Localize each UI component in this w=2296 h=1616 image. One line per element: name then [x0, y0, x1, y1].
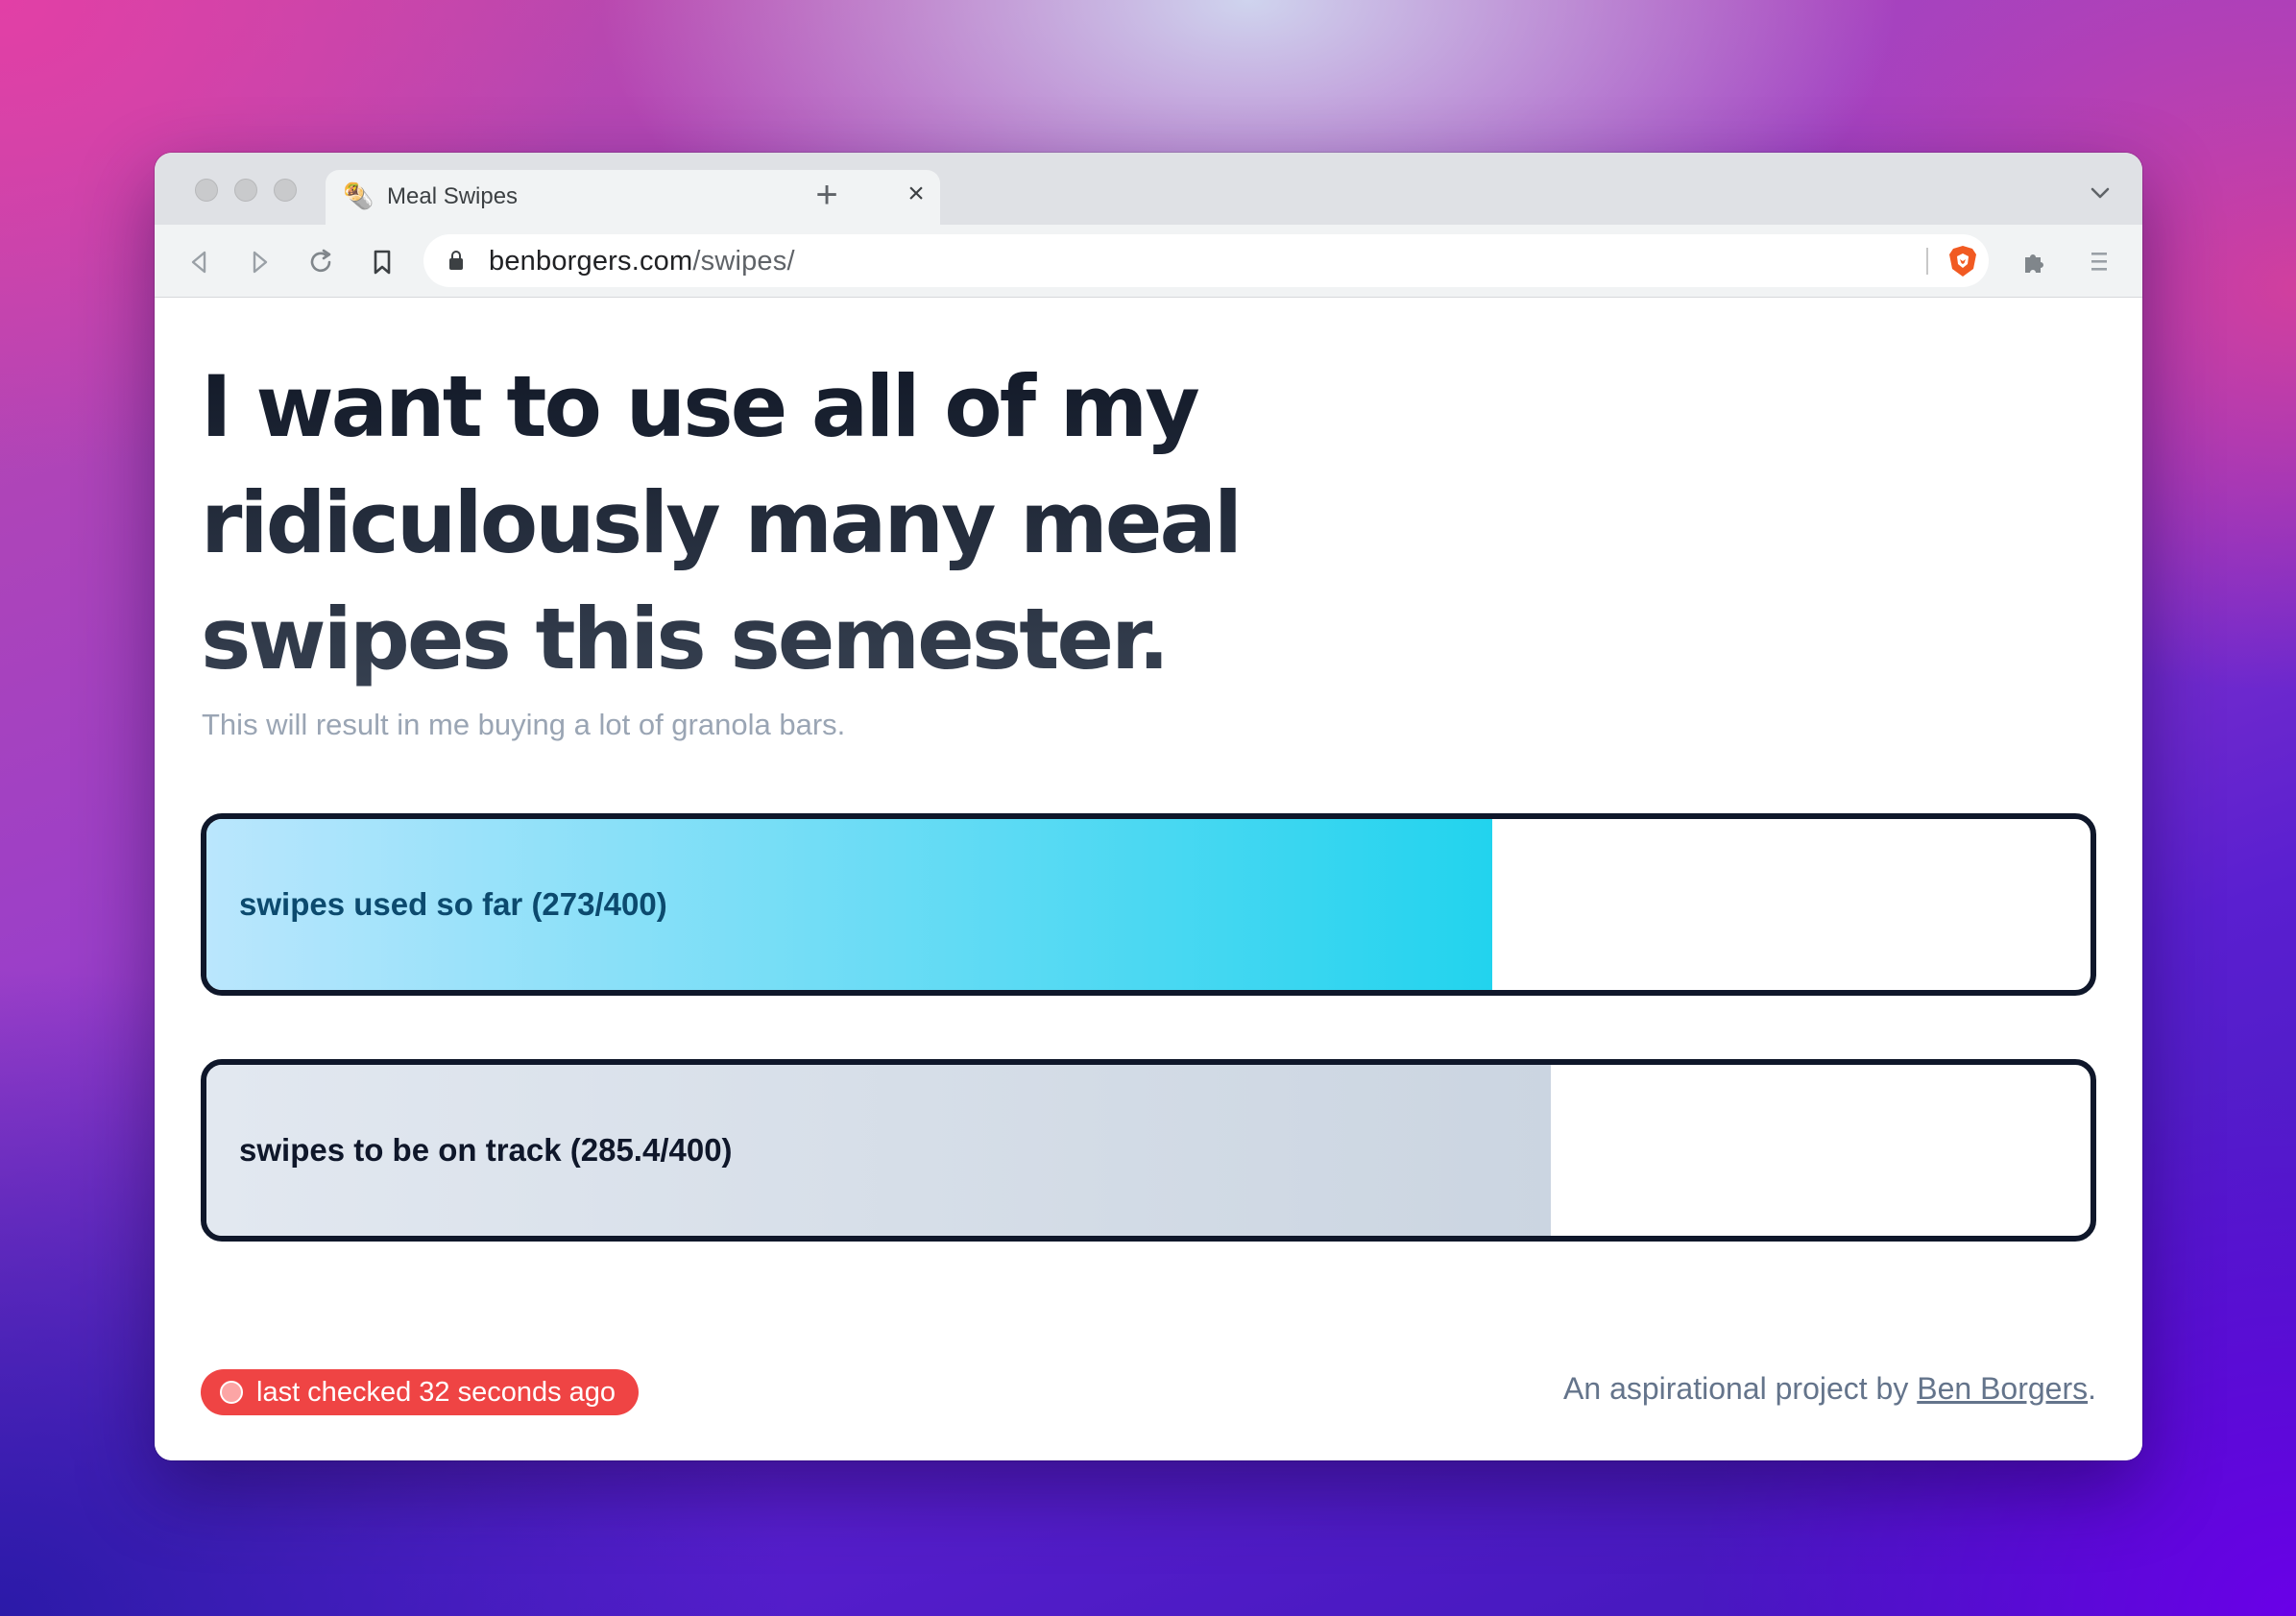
tab-bar: 🌯 Meal Swipes × +: [155, 153, 2142, 225]
new-tab-icon[interactable]: +: [808, 176, 846, 214]
page-subtitle: This will result in me buying a lot of g…: [202, 708, 846, 741]
omnibox-divider: [1926, 248, 1928, 275]
author-link[interactable]: Ben Borgers: [1917, 1371, 2088, 1406]
brave-shields-icon[interactable]: [1946, 244, 1979, 278]
credit-prefix: An aspirational project by: [1563, 1371, 1918, 1406]
url-path: /swipes/: [692, 246, 795, 277]
credit-suffix: .: [2088, 1371, 2096, 1406]
tab-meal-swipes[interactable]: 🌯 Meal Swipes ×: [326, 170, 940, 225]
url-text: benborgers.com/swipes/: [489, 246, 795, 277]
swipes-used-label: swipes used so far (273/400): [239, 886, 667, 922]
close-window-button[interactable]: [195, 179, 218, 202]
swipes-on-track-label: swipes to be on track (285.4/400): [239, 1132, 733, 1168]
bookmark-icon[interactable]: [366, 246, 399, 278]
back-icon[interactable]: [183, 246, 216, 278]
extensions-puzzle-icon[interactable]: [2019, 246, 2050, 277]
url-host: benborgers.com: [489, 246, 693, 277]
lock-icon: [449, 251, 463, 270]
tab-title: Meal Swipes: [387, 183, 519, 209]
footer-credit: An aspirational project by Ben Borgers.: [1563, 1371, 2096, 1407]
close-tab-icon[interactable]: ×: [902, 180, 930, 208]
swipes-on-track-progress-bar: swipes to be on track (285.4/400): [201, 1059, 2096, 1242]
toolbar: benborgers.com/swipes/: [155, 225, 2142, 298]
forward-icon[interactable]: [243, 246, 276, 278]
zoom-window-button[interactable]: [274, 179, 297, 202]
live-indicator-dot-icon: [220, 1381, 243, 1404]
page-content: I want to use all of my ridiculously man…: [155, 298, 2142, 1460]
status-badge: last checked 32 seconds ago: [201, 1369, 640, 1415]
browser-window: 🌯 Meal Swipes × + benborgers.com/swipes/: [155, 153, 2142, 1460]
address-bar[interactable]: benborgers.com/swipes/: [423, 234, 1989, 287]
minimize-window-button[interactable]: [234, 179, 257, 202]
menu-hamburger-icon[interactable]: [2085, 246, 2114, 277]
tab-search-chevron-icon[interactable]: [2087, 180, 2114, 206]
status-text: last checked 32 seconds ago: [256, 1377, 616, 1408]
reload-icon[interactable]: [304, 246, 337, 278]
swipes-used-progress-bar: swipes used so far (273/400): [201, 813, 2096, 996]
page-title: I want to use all of my ridiculously man…: [201, 349, 1353, 697]
burrito-favicon-icon: 🌯: [343, 181, 375, 210]
